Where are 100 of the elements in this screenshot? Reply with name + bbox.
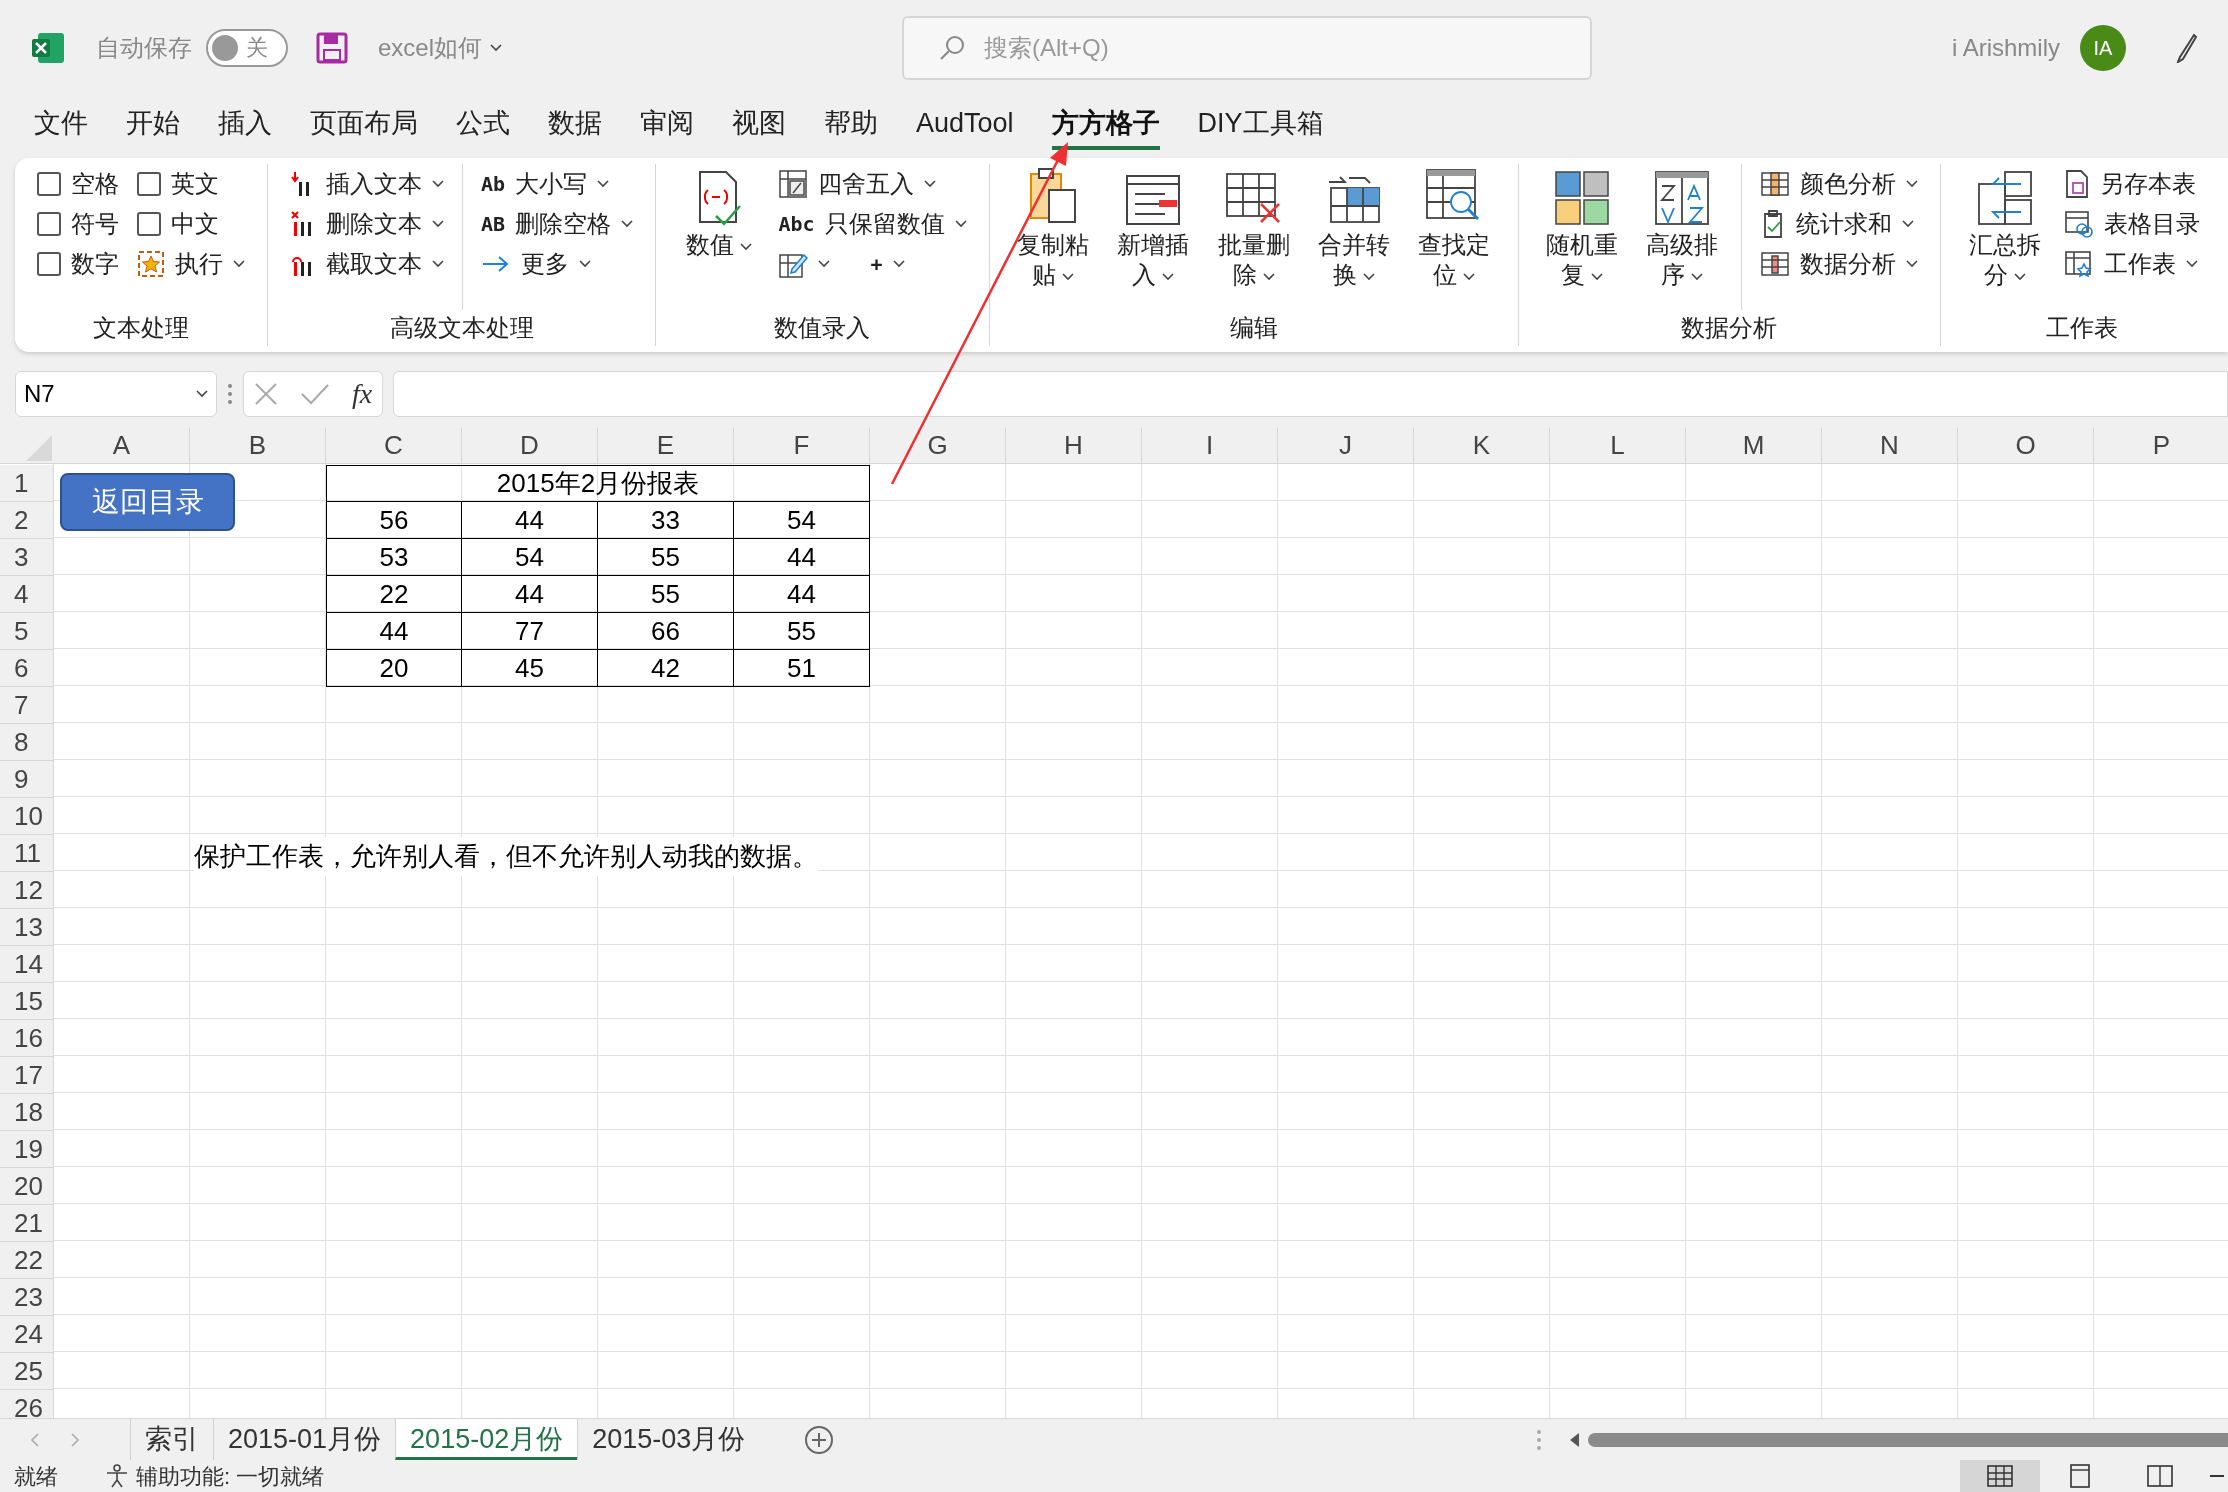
avatar[interactable]: IA bbox=[2080, 24, 2126, 71]
ribbon-button[interactable]: 四舍五入 bbox=[778, 164, 967, 204]
ribbon-button[interactable]: 工作表 bbox=[2063, 244, 2200, 284]
menu-tab[interactable]: 页面布局 bbox=[310, 100, 418, 150]
row-header[interactable]: 18 bbox=[0, 1094, 54, 1131]
ribbon-large-button[interactable]: 数值 bbox=[678, 164, 761, 260]
row-header[interactable]: 8 bbox=[0, 724, 54, 761]
menu-tab[interactable]: 帮助 bbox=[824, 100, 878, 150]
ribbon-button[interactable]: 数据分析 bbox=[1760, 244, 1919, 284]
row-header[interactable]: 13 bbox=[0, 909, 54, 946]
row-header[interactable]: 1 bbox=[0, 465, 54, 502]
menu-tab[interactable]: 数据 bbox=[548, 100, 602, 150]
menu-tab[interactable]: 公式 bbox=[456, 100, 510, 150]
column-header[interactable]: L bbox=[1550, 428, 1686, 464]
drag-handle-icon[interactable] bbox=[1536, 1428, 1542, 1451]
column-header[interactable]: P bbox=[2094, 428, 2228, 464]
ribbon-button[interactable]: Abc 只保留数值 bbox=[778, 204, 967, 244]
accessibility-icon[interactable] bbox=[104, 1463, 130, 1489]
row-header[interactable]: 15 bbox=[0, 983, 54, 1020]
row-header[interactable]: 19 bbox=[0, 1131, 54, 1168]
ribbon-button[interactable]: Ab 大小写 bbox=[481, 164, 634, 204]
menu-tab[interactable]: 文件 bbox=[34, 100, 88, 150]
formula-input[interactable] bbox=[393, 371, 2228, 417]
ribbon-button[interactable]: 另存本表 bbox=[2063, 164, 2200, 204]
ribbon-large-button[interactable]: 复制粘贴 bbox=[1011, 164, 1094, 290]
name-box[interactable]: N7 bbox=[15, 371, 217, 417]
row-header[interactable]: 17 bbox=[0, 1057, 54, 1094]
ribbon-button[interactable]: + bbox=[870, 244, 905, 284]
ribbon-button[interactable]: 统计求和 bbox=[1760, 204, 1919, 244]
row-header[interactable]: 7 bbox=[0, 687, 54, 724]
row-header[interactable]: 21 bbox=[0, 1205, 54, 1242]
column-header[interactable]: F bbox=[734, 428, 870, 464]
check-icon[interactable] bbox=[300, 383, 330, 405]
return-button[interactable]: 返回目录 bbox=[60, 473, 235, 531]
row-header[interactable]: 14 bbox=[0, 946, 54, 983]
ribbon-button[interactable]: 截取文本 bbox=[290, 244, 444, 284]
scroll-left-icon[interactable] bbox=[1568, 1431, 1580, 1448]
menu-tab[interactable]: 视图 bbox=[732, 100, 786, 150]
ribbon-button[interactable]: 更多 bbox=[481, 244, 634, 284]
column-header[interactable]: I bbox=[1142, 428, 1278, 464]
row-header[interactable]: 16 bbox=[0, 1020, 54, 1057]
ribbon-large-button[interactable]: 新增插入 bbox=[1112, 164, 1195, 290]
row-header[interactable]: 26 bbox=[0, 1390, 54, 1418]
add-sheet-icon[interactable] bbox=[803, 1423, 836, 1456]
column-header[interactable]: D bbox=[462, 428, 598, 464]
menu-tab[interactable]: 插入 bbox=[218, 100, 272, 150]
save-icon[interactable] bbox=[316, 31, 348, 64]
row-header[interactable]: 4 bbox=[0, 576, 54, 613]
ribbon-large-button[interactable]: 汇总拆分 bbox=[1963, 164, 2046, 290]
checkbox[interactable] bbox=[137, 172, 161, 196]
ribbon-large-button[interactable]: 合并转换 bbox=[1312, 164, 1396, 290]
zoom-out-icon[interactable] bbox=[2210, 1474, 2224, 1478]
search-field[interactable]: 搜索(Alt+Q) bbox=[902, 15, 1592, 80]
function-button[interactable]: fx bbox=[352, 373, 373, 415]
horizontal-scrollbar[interactable] bbox=[1588, 1432, 2228, 1447]
drag-handle-icon[interactable] bbox=[227, 383, 233, 405]
ribbon-button[interactable]: 表格目录 bbox=[2063, 204, 2200, 244]
accessibility-status[interactable]: 辅助功能: 一切就绪 bbox=[136, 1460, 325, 1492]
row-header[interactable]: 6 bbox=[0, 650, 54, 687]
checkbox[interactable] bbox=[37, 252, 61, 276]
row-header[interactable]: 2 bbox=[0, 502, 54, 539]
checkbox[interactable] bbox=[137, 212, 161, 236]
ribbon-button[interactable]: AB 删除空格 bbox=[481, 204, 634, 244]
column-header[interactable]: C bbox=[326, 428, 462, 464]
row-header[interactable]: 5 bbox=[0, 613, 54, 650]
menu-tab[interactable]: 审阅 bbox=[640, 100, 694, 150]
row-header[interactable]: 12 bbox=[0, 872, 54, 909]
column-header[interactable]: M bbox=[1686, 428, 1822, 464]
column-header[interactable]: N bbox=[1822, 428, 1958, 464]
menu-tab[interactable]: AudTool bbox=[916, 100, 1014, 150]
menu-tab[interactable]: 开始 bbox=[126, 100, 180, 150]
ribbon-button[interactable]: 删除文本 bbox=[290, 204, 444, 244]
column-header[interactable]: E bbox=[598, 428, 734, 464]
ribbon-button[interactable]: 颜色分析 bbox=[1760, 164, 1919, 204]
ribbon-large-button[interactable]: 查找定位 bbox=[1413, 164, 1496, 290]
view-button[interactable] bbox=[1960, 1460, 2040, 1492]
column-header[interactable]: K bbox=[1414, 428, 1550, 464]
ribbon-large-button[interactable]: 批量删除 bbox=[1212, 164, 1295, 290]
row-header[interactable]: 10 bbox=[0, 798, 54, 835]
autosave-toggle[interactable]: 关 bbox=[206, 28, 288, 67]
column-header[interactable]: G bbox=[870, 428, 1006, 464]
checkbox[interactable] bbox=[37, 172, 61, 196]
column-header[interactable]: H bbox=[1006, 428, 1142, 464]
menu-tab[interactable]: DIY工具箱 bbox=[1197, 100, 1324, 150]
ribbon-large-button[interactable]: 随机重复 bbox=[1540, 164, 1623, 290]
column-header[interactable]: J bbox=[1278, 428, 1414, 464]
ribbon-large-button[interactable]: 高级排序 bbox=[1640, 164, 1724, 290]
column-header[interactable]: B bbox=[190, 428, 326, 464]
row-header[interactable]: 20 bbox=[0, 1168, 54, 1205]
checkbox[interactable] bbox=[37, 212, 61, 236]
row-header[interactable]: 25 bbox=[0, 1353, 54, 1390]
pen-icon[interactable] bbox=[2176, 32, 2198, 63]
column-header[interactable]: A bbox=[54, 428, 190, 464]
ribbon-button[interactable]: 执行 bbox=[137, 244, 245, 284]
column-header[interactable]: O bbox=[1958, 428, 2094, 464]
row-header[interactable]: 24 bbox=[0, 1316, 54, 1353]
sheet-tab[interactable]: 2015-02月份 bbox=[395, 1418, 578, 1461]
row-header[interactable]: 11 bbox=[0, 835, 54, 872]
row-header[interactable]: 3 bbox=[0, 539, 54, 576]
row-header[interactable]: 9 bbox=[0, 761, 54, 798]
